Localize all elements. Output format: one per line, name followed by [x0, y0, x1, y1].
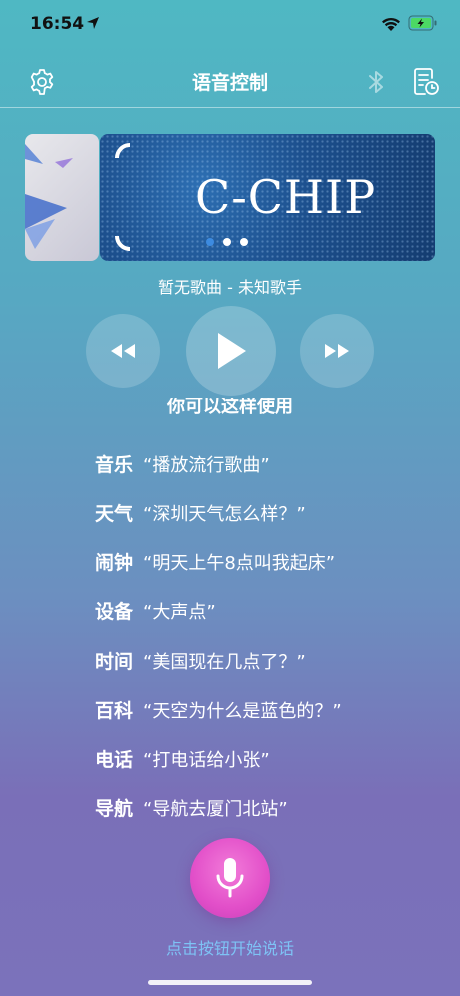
history-list-icon[interactable]: [412, 67, 440, 97]
example-category: 闹钟: [95, 552, 134, 574]
microphone-icon: [216, 858, 244, 898]
list-item: 音乐 “播放流行歌曲”: [95, 450, 270, 477]
list-item: 闹钟 “明天上午8点叫我起床”: [95, 548, 335, 575]
example-phrase: “深圳天气怎么样？”: [143, 504, 306, 525]
example-category: 天气: [95, 503, 134, 525]
list-item: 导航 “导航去厦门北站”: [95, 794, 288, 821]
bracket-icon: [115, 143, 131, 159]
home-indicator[interactable]: [148, 980, 312, 985]
example-category: 电话: [95, 749, 134, 771]
list-item: 设备 “大声点”: [95, 597, 216, 624]
list-item: 时间 “美国现在几点了？”: [95, 647, 306, 674]
example-category: 导航: [95, 798, 134, 820]
page-dot: [206, 238, 214, 246]
location-arrow-icon: [87, 17, 99, 29]
banner-current-slide[interactable]: C-CHIP: [100, 134, 435, 261]
example-phrase: “美国现在几点了？”: [143, 652, 306, 673]
example-phrase: “打电话给小张”: [143, 750, 270, 771]
example-category: 音乐: [95, 454, 134, 476]
example-phrase: “播放流行歌曲”: [143, 455, 270, 476]
page-dot: [223, 238, 231, 246]
list-item: 电话 “打电话给小张”: [95, 745, 270, 772]
example-category: 时间: [95, 651, 134, 673]
status-bar: 16:54: [0, 0, 460, 50]
fast-forward-icon: [325, 344, 349, 358]
play-button[interactable]: [186, 306, 276, 396]
bluetooth-icon[interactable]: [364, 68, 388, 96]
status-time: 16:54: [30, 14, 85, 34]
play-icon: [218, 333, 246, 369]
wifi-icon: [382, 17, 400, 31]
page-dot: [240, 238, 248, 246]
list-item: 天气 “深圳天气怎么样？”: [95, 499, 306, 526]
example-category: 百科: [95, 700, 134, 722]
example-category: 设备: [95, 601, 134, 623]
banner-previous-slide[interactable]: [25, 134, 99, 261]
example-phrase: “天空为什么是蓝色的？”: [143, 701, 342, 722]
decorative-shape-icon: [25, 144, 73, 249]
previous-track-button[interactable]: [86, 314, 160, 388]
microphone-button[interactable]: [190, 838, 270, 918]
page-title: 语音控制: [191, 72, 268, 94]
next-track-button[interactable]: [300, 314, 374, 388]
banner-brand-text: C-CHIP: [195, 170, 377, 224]
example-phrase: “大声点”: [143, 602, 216, 623]
usage-title: 你可以这样使用: [167, 398, 293, 417]
bracket-icon: [115, 235, 131, 251]
mic-hint-text: 点击按钮开始说话: [165, 939, 294, 958]
carousel-page-indicator[interactable]: [206, 238, 248, 246]
battery-charging-icon: [408, 15, 437, 31]
navbar: 语音控制: [0, 56, 460, 108]
example-phrase: “导航去厦门北站”: [143, 799, 288, 820]
now-playing-text: 暂无歌曲 - 未知歌手: [158, 278, 302, 297]
rewind-icon: [111, 344, 135, 358]
example-phrase: “明天上午8点叫我起床”: [143, 553, 336, 574]
list-item: 百科 “天空为什么是蓝色的？”: [95, 696, 342, 723]
